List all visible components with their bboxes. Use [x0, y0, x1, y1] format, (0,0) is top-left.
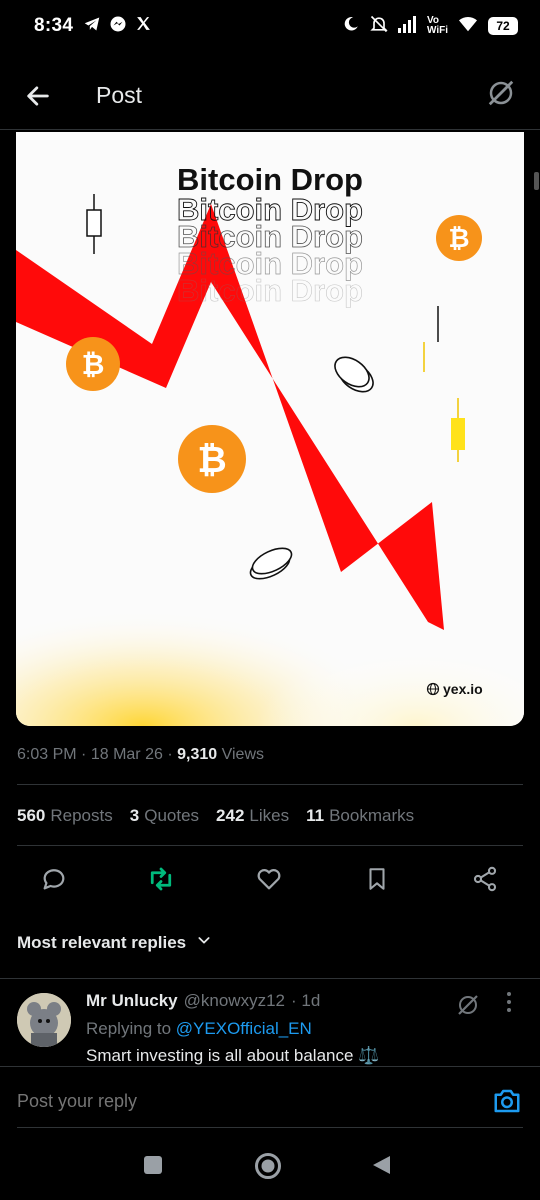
post-time: 6:03 PM: [17, 746, 77, 763]
home-button[interactable]: [254, 1152, 282, 1185]
bitcoin-coin-icon: ₿: [178, 425, 246, 493]
vowifi-bottom: WiFi: [426, 25, 448, 36]
camera-icon[interactable]: [492, 1087, 522, 1120]
heart-icon[interactable]: [254, 864, 284, 894]
image-echo-4: Bitcoin Drop: [177, 273, 363, 308]
likes-stat[interactable]: 242 Likes: [216, 806, 289, 826]
system-nav-bar: [0, 1136, 540, 1200]
avatar[interactable]: [17, 993, 71, 1047]
reply-timestamp: · 1d: [291, 991, 321, 1010]
bookmark-icon[interactable]: [362, 864, 392, 894]
bitcoin-coin-icon: ₿: [66, 337, 120, 391]
svg-text:₿: ₿: [197, 439, 226, 480]
page-title: Post: [96, 82, 143, 108]
status-system-icons: Vo WiFi 72: [342, 14, 518, 39]
grok-icon[interactable]: [486, 78, 516, 113]
bitcoin-coin-icon: ₿: [436, 215, 482, 261]
status-time: 8:34: [34, 15, 74, 36]
likes-count: 242: [216, 806, 245, 825]
svg-text:₿: ₿: [448, 223, 469, 253]
svg-text:₿: ₿: [82, 349, 105, 380]
muted-bell-icon: [369, 14, 389, 39]
quotes-label: Quotes: [144, 806, 200, 825]
scrollbar-thumb[interactable]: [534, 172, 539, 190]
post-image[interactable]: ₿ ₿ ₿ Bitcoin Drop Bitcoin Drop Bitcoin …: [16, 132, 524, 726]
back-arrow-icon[interactable]: [24, 82, 52, 110]
reposts-stat[interactable]: 560 Reposts: [17, 806, 113, 826]
status-notification-icons: [83, 15, 152, 38]
views-label: Views: [221, 746, 264, 763]
reply-header: Mr Unlucky @knowxyz12 · 1d: [86, 991, 320, 1011]
top-nav: Post: [0, 62, 540, 130]
reply-composer: [0, 1066, 540, 1136]
reply-text: Smart investing is all about balance ⚖️: [86, 1046, 380, 1065]
views-count: 9,310: [177, 746, 218, 763]
reply-item[interactable]: Mr Unlucky @knowxyz12 · 1d Replying to @…: [0, 978, 540, 1068]
vowifi-indicator: Vo WiFi: [427, 16, 448, 36]
repost-icon[interactable]: [146, 864, 176, 894]
bookmarks-label: Bookmarks: [329, 806, 415, 825]
reply-author-handle: @knowxyz12: [183, 991, 285, 1010]
mention-link[interactable]: @YEXOfficial_EN: [176, 1019, 312, 1038]
reply-author-name[interactable]: Mr Unlucky: [86, 991, 178, 1011]
post-meta: 6:03 PM · 18 Mar 26 · 9,310 Views: [17, 746, 264, 763]
post-date: 18 Mar 26: [90, 746, 163, 763]
status-bar: 8:34 Vo WiFi 72: [0, 0, 540, 52]
reposts-label: Reposts: [50, 806, 113, 825]
moon-icon: [342, 15, 360, 38]
quotes-stat[interactable]: 3 Quotes: [130, 806, 199, 826]
engagement-stats: 560 Reposts 3 Quotes 242 Likes 11 Bookmarks: [17, 806, 414, 826]
action-bar: [0, 860, 540, 900]
replying-to: Replying to @YEXOfficial_EN: [86, 1019, 312, 1039]
divider: [17, 845, 523, 846]
more-options-icon[interactable]: [506, 991, 512, 1013]
signal-icon: [397, 15, 418, 38]
likes-label: Likes: [249, 806, 290, 825]
back-button[interactable]: [370, 1154, 392, 1181]
image-watermark: yex.io: [443, 681, 483, 697]
x-logo-icon: [135, 15, 152, 37]
telegram-icon: [83, 16, 101, 37]
composer-underline: [17, 1127, 523, 1128]
recents-button[interactable]: [142, 1154, 164, 1181]
bookmarks-stat[interactable]: 11 Bookmarks: [306, 806, 414, 826]
replies-sort-dropdown[interactable]: Most relevant replies: [17, 932, 212, 953]
wifi-icon: [457, 15, 479, 38]
grok-icon[interactable]: [456, 993, 480, 1022]
share-icon[interactable]: [470, 864, 500, 894]
divider: [17, 784, 523, 785]
replies-sort-label: Most relevant replies: [17, 932, 187, 952]
replying-prefix: Replying to: [86, 1019, 172, 1038]
bookmarks-count: 11: [306, 806, 325, 825]
reply-input[interactable]: [17, 1091, 437, 1112]
quotes-count: 3: [129, 806, 140, 825]
reposts-count: 560: [17, 806, 46, 825]
chevron-down-icon: [196, 932, 212, 953]
battery-indicator: 72: [488, 17, 518, 35]
reply-icon[interactable]: [39, 864, 69, 894]
messenger-icon: [109, 15, 127, 38]
